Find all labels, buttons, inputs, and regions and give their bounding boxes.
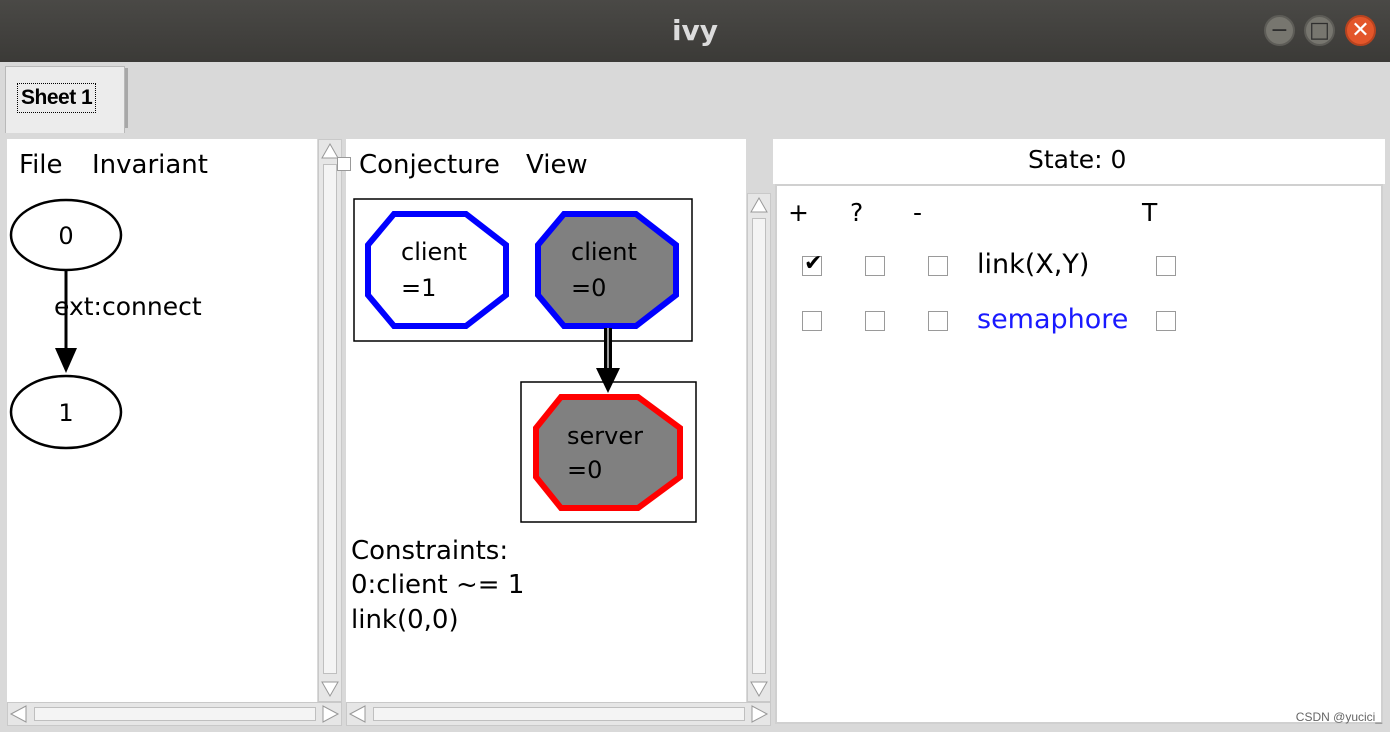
menu-view[interactable]: View (526, 150, 588, 180)
row2-question-checkbox[interactable] (865, 311, 885, 331)
client-1-line1: client (401, 238, 467, 266)
row2-t-checkbox[interactable] (1156, 311, 1176, 331)
constraints-heading: Constraints: (351, 536, 509, 566)
watermark-credit: CSDN @yucici_ (1295, 710, 1382, 724)
state-label: State: 0 (1028, 145, 1127, 174)
close-button[interactable]: ✕ (1345, 15, 1376, 46)
row2-minus-checkbox[interactable] (928, 311, 948, 331)
middle-horizontal-scrollbar[interactable] (346, 702, 771, 726)
maximize-icon: □ (1309, 18, 1330, 43)
row1-plus-checkbox[interactable]: ✔ (802, 251, 822, 276)
relation-link-label[interactable]: link(X,Y) (977, 249, 1089, 280)
minimize-icon: − (1270, 18, 1289, 43)
menu-file[interactable]: File (19, 150, 63, 180)
state-node-0[interactable]: 0 (9, 198, 123, 272)
state-node-1-label: 1 (58, 399, 73, 427)
scroll-down-icon (321, 681, 339, 698)
server-0-node[interactable]: server =0 (533, 394, 683, 511)
header-plus: + (788, 198, 809, 227)
state-node-1[interactable]: 1 (9, 374, 123, 450)
left-vscroll-track[interactable] (323, 164, 337, 674)
row1-minus-checkbox[interactable] (928, 256, 948, 276)
row1-t-checkbox[interactable] (1156, 256, 1176, 276)
edge-label: ext:connect (54, 292, 202, 321)
check-icon: ✔ (804, 251, 823, 276)
close-icon: ✕ (1351, 18, 1370, 43)
constraint-line-1: 0:client ~= 1 (351, 570, 525, 600)
state-graph: 0 ext:connect 1 (9, 198, 202, 450)
middle-hscroll-track[interactable] (373, 707, 745, 721)
middle-vertical-scrollbar[interactable] (747, 193, 771, 702)
server-0-line2: =0 (567, 456, 602, 484)
header-t: T (1142, 198, 1158, 227)
scroll-right-icon (322, 705, 340, 723)
header-minus: - (913, 198, 923, 227)
tab-separator (125, 68, 128, 128)
window-title: ivy (671, 14, 719, 47)
client-1-node[interactable]: client =1 (365, 211, 509, 329)
maximize-button[interactable]: □ (1304, 15, 1335, 46)
row1-question-checkbox[interactable] (865, 256, 885, 276)
pane-sash-handle[interactable] (337, 157, 351, 171)
relation-semaphore-label[interactable]: semaphore (977, 304, 1128, 335)
menu-invariant[interactable]: Invariant (92, 150, 208, 180)
minimize-button[interactable]: − (1264, 15, 1295, 46)
transition-edge[interactable] (55, 270, 77, 373)
tab-sheet-1[interactable]: Sheet 1 (5, 66, 125, 133)
left-horizontal-scrollbar[interactable] (7, 702, 342, 726)
menu-conjecture[interactable]: Conjecture (359, 150, 500, 180)
state-node-0-label: 0 (58, 222, 73, 250)
left-hscroll-track[interactable] (34, 707, 316, 721)
tab-sheet-1-label: Sheet 1 (17, 83, 97, 113)
middle-vscroll-track[interactable] (752, 218, 766, 674)
link-edge[interactable] (596, 328, 620, 393)
client-0-line1: client (571, 238, 637, 266)
scroll-down-icon (750, 681, 768, 698)
constraint-line-2: link(0,0) (351, 605, 459, 635)
scroll-up-icon (321, 142, 339, 159)
client-0-node[interactable]: client =0 (535, 211, 679, 329)
row2-plus-checkbox[interactable] (802, 311, 822, 331)
scroll-right-icon (751, 705, 769, 723)
server-0-line1: server (567, 422, 643, 450)
tab-bar: Sheet 1 (0, 62, 1390, 136)
left-vertical-scrollbar[interactable] (318, 139, 342, 702)
conjecture-graph: client =1 client =0 server =0 (353, 198, 697, 523)
scroll-up-icon (750, 196, 768, 213)
scroll-left-icon (9, 705, 27, 723)
scroll-left-icon (348, 705, 366, 723)
header-question: ? (850, 198, 864, 227)
title-bar: ivy − □ ✕ (0, 0, 1390, 62)
client-0-line2: =0 (571, 274, 606, 302)
client-1-line2: =1 (401, 274, 436, 302)
